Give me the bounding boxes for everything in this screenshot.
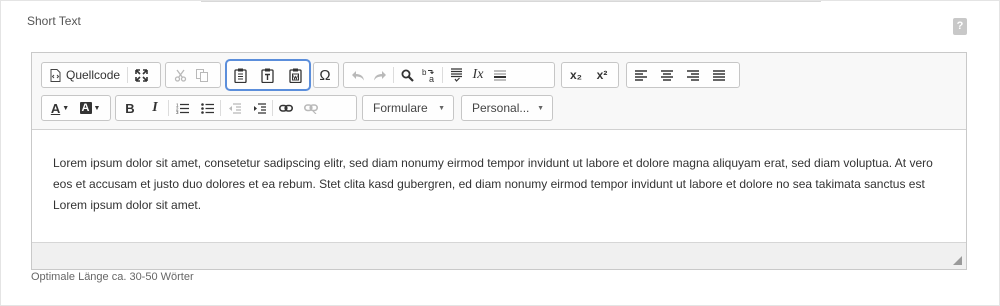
format-dropdown[interactable]: Formulare ▼ <box>362 95 454 121</box>
cut-icon[interactable] <box>169 64 191 86</box>
bg-color-letter: A <box>79 102 92 114</box>
toolbar-group-align <box>626 62 740 88</box>
svg-text:3: 3 <box>176 110 179 114</box>
toolbar-separator <box>220 100 221 116</box>
numbered-list-icon[interactable]: 123 <box>171 97 193 119</box>
bullet-list-icon[interactable] <box>196 97 218 119</box>
field-label: Short Text <box>27 14 81 28</box>
italic-icon[interactable]: I <box>144 97 166 119</box>
paste-icon[interactable] <box>230 64 251 86</box>
paste-from-word-icon[interactable] <box>285 64 306 86</box>
chevron-down-icon: ▼ <box>438 105 445 112</box>
help-icon[interactable]: ? <box>953 18 967 35</box>
redo-icon[interactable] <box>369 64 391 86</box>
format-dropdown-value: Formulare <box>373 101 428 115</box>
bold-icon[interactable]: B <box>119 97 141 119</box>
copy-icon[interactable] <box>191 64 213 86</box>
indent-icon[interactable] <box>248 97 270 119</box>
editor-status-bar <box>32 242 966 269</box>
top-divider <box>201 1 821 2</box>
maximize-icon[interactable] <box>130 64 152 86</box>
link-icon[interactable] <box>275 97 297 119</box>
svg-text:a: a <box>429 74 434 83</box>
toolbar-separator <box>272 100 273 116</box>
toolbar-group-edit: ba Ix <box>343 62 555 88</box>
toolbar-group-colors: A ▼ A ▼ <box>41 95 111 121</box>
toolbar-group-script: x₂ x² <box>561 62 619 88</box>
toolbar-group-special: Ω <box>313 62 339 88</box>
toolbar-group-paste-highlighted <box>225 59 311 91</box>
custom-dropdown-value: Personal... <box>472 101 530 115</box>
source-label: Quellcode <box>66 68 121 82</box>
chevron-down-icon: ▼ <box>62 104 70 112</box>
toolbar-separator <box>127 67 129 83</box>
toolbar-group-source: Quellcode <box>41 62 161 88</box>
source-icon <box>50 68 61 82</box>
rich-text-editor: Quellcode Ω b a Ix x₂ x² A ▼ A ▼ B I 1 2… <box>31 52 967 270</box>
undo-icon[interactable] <box>347 64 369 86</box>
source-button[interactable]: Quellcode <box>45 64 125 86</box>
chevron-down-icon: ▼ <box>537 105 544 112</box>
custom-dropdown[interactable]: Personal... ▼ <box>461 95 553 121</box>
find-icon[interactable] <box>396 64 418 86</box>
replace-icon[interactable]: ba <box>418 64 440 86</box>
subscript-icon[interactable]: x₂ <box>565 64 587 86</box>
field-container: Short Text ? Quellcode Ω b a Ix x₂ x² A … <box>0 0 1000 306</box>
align-center-icon[interactable] <box>656 64 678 86</box>
font-color-icon[interactable]: A ▼ <box>45 97 75 119</box>
remove-format-label: Ix <box>472 67 484 82</box>
font-color-letter: A <box>50 100 61 116</box>
toolbar-separator <box>393 67 394 83</box>
toolbar-separator <box>168 100 169 116</box>
align-right-icon[interactable] <box>682 64 704 86</box>
svg-text:b: b <box>422 68 427 77</box>
align-justify-icon[interactable] <box>708 64 730 86</box>
align-left-icon[interactable] <box>630 64 652 86</box>
horizontal-rule-icon[interactable] <box>489 64 511 86</box>
resize-handle-icon[interactable] <box>953 256 962 265</box>
special-character-icon[interactable]: Ω <box>314 64 336 86</box>
editor-content-area[interactable]: Lorem ipsum dolor sit amet, consetetur s… <box>32 130 966 242</box>
superscript-icon[interactable]: x² <box>591 64 613 86</box>
chevron-down-icon: ▼ <box>93 104 101 112</box>
toolbar-group-basic: B I 123 <box>115 95 357 121</box>
editor-text[interactable]: Lorem ipsum dolor sit amet, consetetur s… <box>53 153 943 216</box>
background-color-icon[interactable]: A ▼ <box>75 97 105 119</box>
toolbar-separator <box>442 67 443 83</box>
paste-text-icon[interactable] <box>257 64 278 86</box>
outdent-icon[interactable] <box>223 97 245 119</box>
toolbar-group-clipboard <box>165 62 221 88</box>
editor-toolbar: Quellcode Ω b a Ix x₂ x² A ▼ A ▼ B I 1 2… <box>32 53 966 130</box>
spellcheck-icon[interactable] <box>445 64 467 86</box>
unlink-icon[interactable] <box>300 97 322 119</box>
remove-format-icon[interactable]: Ix <box>467 64 489 86</box>
field-hint: Optimale Länge ca. 30-50 Wörter <box>31 271 194 283</box>
